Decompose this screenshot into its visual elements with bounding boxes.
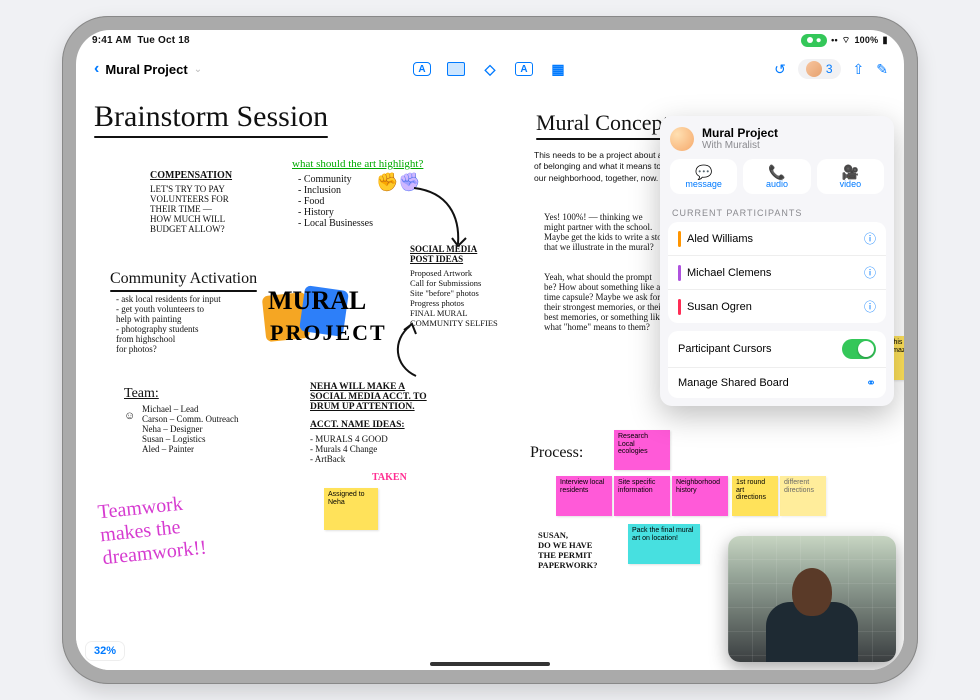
sm-heading: SOCIAL MEDIA POST IDEAS (410, 244, 477, 264)
ipad-screen: 9:41 AM Tue Oct 18 ⏺ •• ⌔ 100% ▮ ‹ Mural… (76, 30, 904, 670)
sticky-first[interactable]: 1st round art directions (732, 476, 778, 516)
wifi-icon: ⌔ (842, 35, 851, 46)
participant-row[interactable]: Aled Williams ⓘ (668, 222, 886, 255)
community-text: - ask local residents for input - get yo… (116, 294, 266, 354)
smiley-icon: ☺ (124, 410, 135, 422)
participant-color (678, 265, 681, 281)
acct-heading: ACCT. NAME IDEAS: (310, 420, 405, 430)
participant-row[interactable]: Susan Ogren ⓘ (668, 289, 886, 323)
zoom-indicator[interactable]: 32% (86, 642, 124, 660)
video-icon: 🎥 (817, 165, 884, 179)
neha-note: NEHA WILL MAKE A SOCIAL MEDIA ACCT. TO D… (310, 382, 427, 412)
manage-icon: ⚭ (866, 376, 876, 390)
concepts-heading: Mural Concepts (536, 110, 677, 140)
mural-project-logo: MURAL PROJECT (264, 284, 394, 356)
compensation-heading: COMPENSATION (150, 170, 232, 181)
info-icon[interactable]: ⓘ (864, 298, 876, 315)
team-heading: Team: (124, 386, 159, 402)
board-title[interactable]: Mural Project (105, 62, 187, 77)
highlight-heading: what should the art highlight? (292, 158, 423, 170)
community-heading: Community Activation (110, 270, 257, 292)
sticky-sitespec[interactable]: Site specific information (614, 476, 670, 516)
camera-active-pill[interactable]: ⏺ (801, 34, 827, 47)
sm-list: Proposed Artwork Call for Submissions Si… (410, 268, 498, 328)
info-icon[interactable]: ⓘ (864, 264, 876, 281)
sticky-research[interactable]: Research Local ecologies (614, 430, 670, 470)
popover-avatar-icon (670, 127, 694, 151)
battery-icon: ▮ (882, 35, 888, 46)
sticky-different[interactable]: different directions (780, 476, 826, 516)
message-button[interactable]: 💬message (670, 159, 737, 194)
sticky-final[interactable]: Pack the final mural art on location! (628, 524, 700, 564)
text-tool-icon[interactable]: A (413, 62, 431, 76)
participant-name: Susan Ogren (687, 301, 752, 313)
participant-color (678, 231, 681, 247)
popover-subtitle: With Muralist (702, 140, 778, 151)
status-bar: 9:41 AM Tue Oct 18 ⏺ •• ⌔ 100% ▮ (76, 30, 904, 50)
home-indicator[interactable] (430, 662, 550, 666)
collab-count: 3 (826, 62, 833, 76)
sticky-neigh[interactable]: Neighborhood history (672, 476, 728, 516)
acct-list: - MURALS 4 GOOD - Murals 4 Change - ArtB… (310, 434, 388, 464)
highlight-list: - Community - Inclusion - Food - History… (298, 174, 373, 229)
popover-title: Mural Project (702, 126, 778, 140)
teamwork-text: Teamwork makes the dreamwork!! (97, 491, 208, 571)
participant-name: Michael Clemens (687, 267, 771, 279)
participant-row[interactable]: Michael Clemens ⓘ (668, 255, 886, 289)
status-date: Tue Oct 18 (137, 35, 189, 46)
compensation-text: LET'S TRY TO PAY VOLUNTEERS FOR THEIR TI… (150, 184, 262, 234)
process-heading: Process: (530, 444, 583, 462)
pip-person (762, 562, 862, 662)
message-icon: 💬 (670, 165, 737, 179)
freeform-canvas[interactable]: Brainstorm Session COMPENSATION LET'S TR… (76, 86, 904, 670)
shape-tool-icon[interactable]: ◇ (481, 62, 499, 76)
back-button[interactable]: ‹ (94, 60, 99, 78)
participants-list: Aled Williams ⓘ Michael Clemens ⓘ Susan … (668, 222, 886, 323)
participant-name: Aled Williams (687, 233, 753, 245)
collaboration-popover: Mural Project With Muralist 💬message 📞au… (660, 116, 894, 406)
collab-avatar-icon (806, 61, 822, 77)
taken-label: TAKEN (372, 472, 407, 483)
cell-signal-icon: •• (831, 35, 838, 45)
participant-cursors-toggle[interactable]: Participant Cursors (668, 331, 886, 367)
sticky-interview[interactable]: Interview local residents (556, 476, 612, 516)
participant-color (678, 299, 681, 315)
sticky-tool-icon[interactable] (447, 62, 465, 76)
participants-section-label: CURRENT PARTICIPANTS (660, 204, 894, 222)
textbox-tool-icon[interactable]: A (515, 62, 533, 76)
heading-brainstorm: Brainstorm Session (94, 100, 328, 138)
media-tool-icon[interactable]: ▦ (549, 62, 567, 76)
phone-icon: 📞 (743, 165, 810, 179)
title-chevron-icon[interactable]: ⌄ (194, 64, 202, 75)
manage-shared-board-button[interactable]: Manage Shared Board ⚭ (668, 367, 886, 398)
tool-palette: A ◇ A ▦ (413, 62, 567, 76)
collaboration-button[interactable]: 3 (798, 59, 841, 79)
sticky-assigned[interactable]: Assigned to Neha (324, 488, 378, 530)
facetime-pip[interactable] (728, 536, 896, 662)
audio-button[interactable]: 📞audio (743, 159, 810, 194)
status-time: 9:41 AM (92, 35, 131, 46)
team-list: Michael – Lead Carson – Comm. Outreach N… (142, 404, 238, 454)
ipad-frame: 9:41 AM Tue Oct 18 ⏺ •• ⌔ 100% ▮ ‹ Mural… (62, 16, 918, 684)
app-toolbar: ‹ Mural Project ⌄ A ◇ A ▦ ↺ 3 ⇧ ✎ (76, 54, 904, 84)
battery-percent: 100% (854, 35, 878, 45)
info-icon[interactable]: ⓘ (864, 230, 876, 247)
compose-button[interactable]: ✎ (876, 61, 888, 78)
arrow-sm-to-neha (386, 322, 426, 382)
susan-note: SUSAN, DO WE HAVE THE PERMIT PAPERWORK? (538, 530, 628, 570)
undo-button[interactable]: ↺ (774, 61, 786, 78)
toggle-on-icon[interactable] (842, 339, 876, 359)
video-button[interactable]: 🎥video (817, 159, 884, 194)
fist-icon-orange: ✊ (376, 172, 398, 193)
share-button[interactable]: ⇧ (853, 61, 865, 78)
